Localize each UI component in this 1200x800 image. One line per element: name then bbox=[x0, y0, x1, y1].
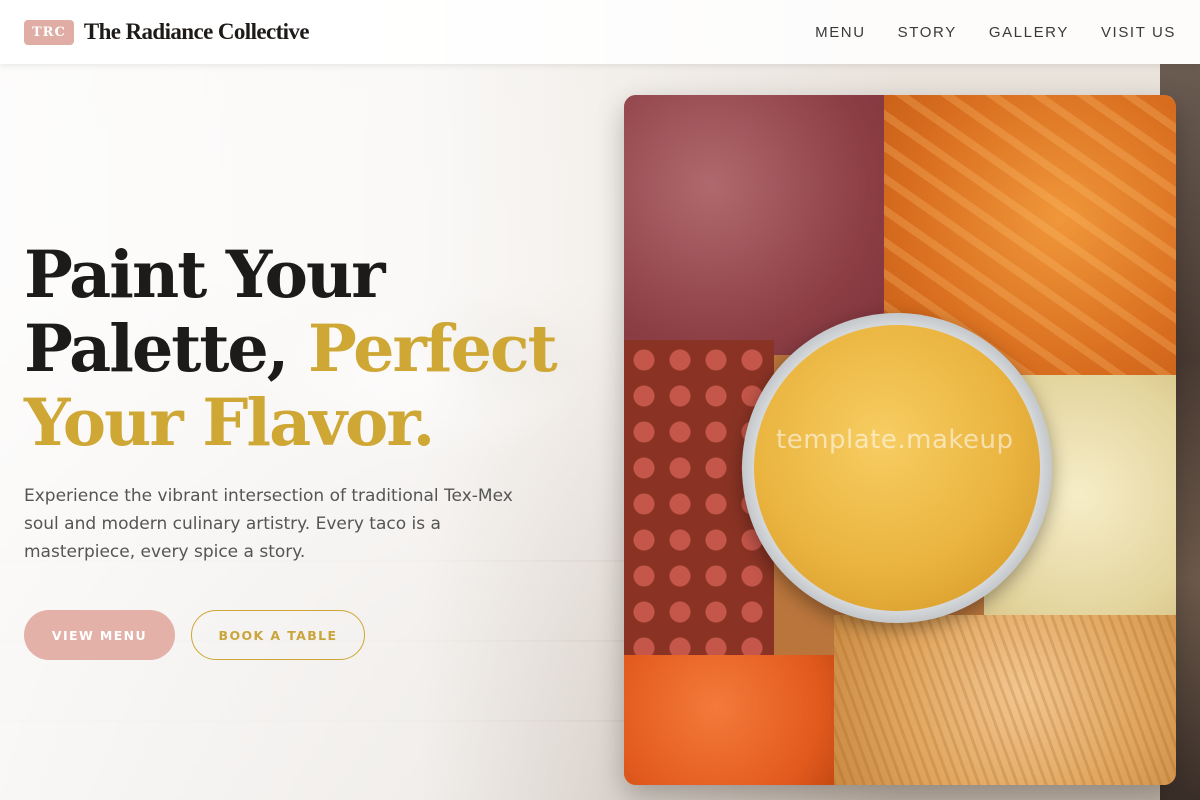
image-watermark: template.makeup bbox=[776, 425, 1014, 455]
view-menu-button[interactable]: VIEW MENU bbox=[24, 610, 175, 660]
hero-food-image: template.makeup bbox=[624, 95, 1176, 785]
headline-line-3-gold: Your Flavor. bbox=[24, 385, 435, 461]
cheese-dip bbox=[754, 325, 1040, 611]
brand-name[interactable]: The Radiance Collective bbox=[84, 19, 310, 45]
hero-lead-text: Experience the vibrant intersection of t… bbox=[24, 486, 513, 562]
logo-badge[interactable]: TRC bbox=[24, 19, 74, 45]
nav-item-visit-us[interactable]: VISIT US bbox=[1101, 24, 1176, 41]
ridged-chips bbox=[834, 615, 1176, 785]
headline-line-2-gold: Perfect bbox=[307, 311, 558, 387]
headline-line-2-dark: Palette, bbox=[24, 311, 289, 387]
nav-item-menu[interactable]: MENU bbox=[815, 24, 866, 41]
cheese-dip-cup bbox=[742, 313, 1052, 623]
hero-headline: Paint Your Palette, Perfect Your Flavor. bbox=[24, 238, 584, 460]
book-table-button[interactable]: BOOK A TABLE bbox=[191, 610, 365, 660]
nav-item-gallery[interactable]: GALLERY bbox=[989, 24, 1069, 41]
nav-item-story[interactable]: STORY bbox=[898, 24, 957, 41]
site-header: TRC The Radiance Collective MENU STORY G… bbox=[0, 0, 1200, 64]
cta-row: VIEW MENU BOOK A TABLE bbox=[24, 610, 584, 660]
cheese-puffs bbox=[624, 655, 854, 785]
brand[interactable]: TRC The Radiance Collective bbox=[24, 19, 310, 45]
main-nav: MENU STORY GALLERY VISIT US bbox=[815, 24, 1176, 41]
headline-line-1: Paint Your bbox=[24, 237, 385, 313]
hero-section: Paint Your Palette, Perfect Your Flavor.… bbox=[24, 238, 584, 660]
